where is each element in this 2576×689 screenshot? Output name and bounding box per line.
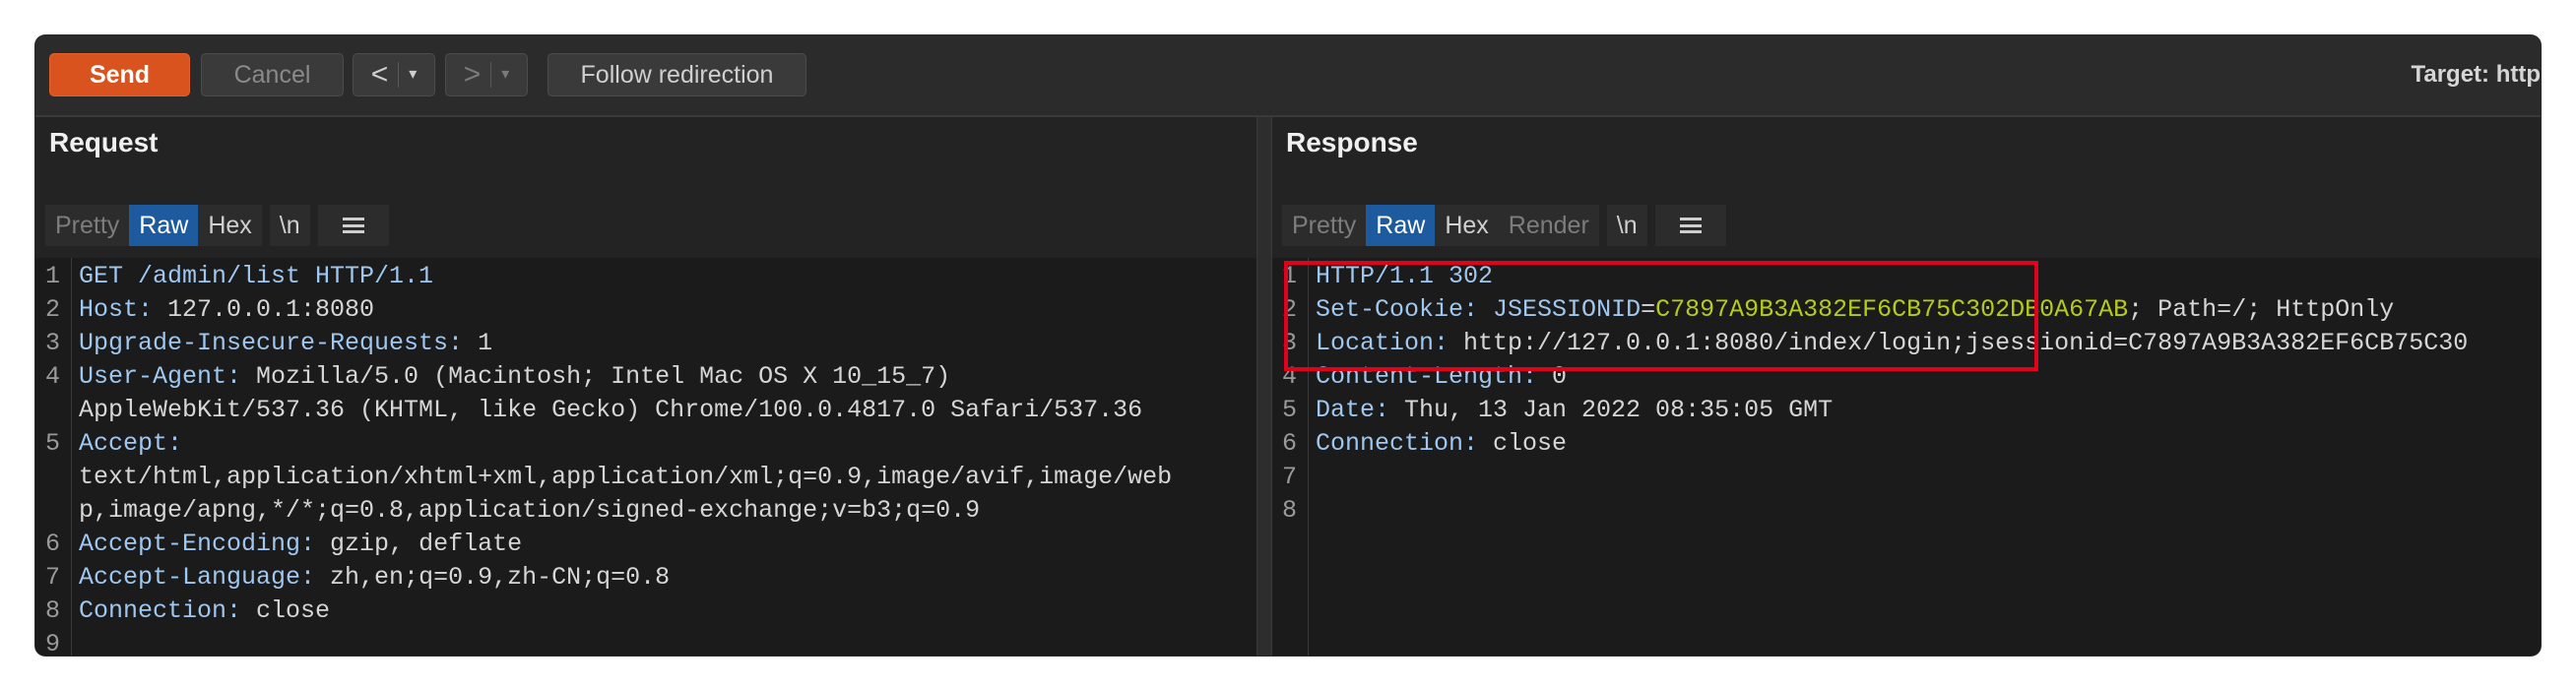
line-number: 6 xyxy=(1282,429,1298,458)
cookie-attributes: ; Path=/; HttpOnly xyxy=(2128,295,2395,324)
request-tab-newline[interactable]: \n xyxy=(269,205,310,246)
request-line: 6 Accept-Encoding: gzip, deflate xyxy=(35,528,1256,561)
follow-redirection-button[interactable]: Follow redirection xyxy=(547,53,806,96)
response-view-tabs: Pretty Raw Hex Render \n xyxy=(1282,205,1726,246)
header-value: 1 xyxy=(463,329,493,357)
response-tab-render[interactable]: Render xyxy=(1498,205,1599,246)
cancel-button[interactable]: Cancel xyxy=(201,53,344,96)
request-line-continuation: AppleWebKit/537.36 (KHTML, like Gecko) C… xyxy=(35,394,1256,427)
button-separator xyxy=(490,62,492,88)
toolbar: Send Cancel < ▾ > ▾ Follow redirection T… xyxy=(35,35,2541,117)
request-title: Request xyxy=(49,127,159,157)
request-line: 1 GET /admin/list HTTP/1.1 xyxy=(35,260,1256,293)
response-tab-newline[interactable]: \n xyxy=(1606,205,1647,246)
response-menu-button[interactable] xyxy=(1654,205,1726,246)
line-number: 6 xyxy=(45,530,61,558)
request-line-continuation: p,image/apng,*/*;q=0.8,application/signe… xyxy=(35,494,1256,528)
request-lines: 1 GET /admin/list HTTP/1.1 2 Host: 127.0.0… xyxy=(35,260,1256,656)
request-line: 9 xyxy=(35,628,1256,656)
header-value: zh,en;q=0.9,zh-CN;q=0.8 xyxy=(315,563,671,592)
request-view-tabs: Pretty Raw Hex \n xyxy=(45,205,389,246)
header-name: Upgrade-Insecure-Requests: xyxy=(79,329,464,357)
response-line: 5 Date: Thu, 13 Jan 2022 08:35:05 GMT xyxy=(1272,394,2541,427)
hamburger-icon xyxy=(342,218,364,233)
line-number xyxy=(35,394,71,427)
line-number: 4 xyxy=(45,362,61,391)
back-history-dropdown-icon[interactable]: ▾ xyxy=(409,54,417,95)
request-line: 8 Connection: close xyxy=(35,595,1256,628)
hamburger-icon xyxy=(1679,218,1702,233)
header-name: Accept: xyxy=(79,429,183,458)
line-number: 2 xyxy=(45,295,61,324)
line-number: 1 xyxy=(45,262,61,290)
request-tab-hex[interactable]: Hex xyxy=(198,205,262,246)
response-tab-pretty[interactable]: Pretty xyxy=(1282,205,1367,246)
line-number: 3 xyxy=(45,329,61,357)
header-name: Connection: xyxy=(79,596,242,625)
header-value: p,image/apng,*/*;q=0.8,application/signe… xyxy=(79,496,981,525)
header-name: Accept-Language: xyxy=(79,563,316,592)
line-number: 5 xyxy=(1282,396,1298,424)
line-number: 7 xyxy=(45,563,61,592)
request-line: 4 User-Agent: Mozilla/5.0 (Macintosh; Int… xyxy=(35,360,1256,394)
pane-splitter[interactable] xyxy=(1256,117,1272,656)
line-number: 9 xyxy=(45,630,61,656)
request-tab-raw[interactable]: Raw xyxy=(129,205,199,246)
request-line-text: GET /admin/list HTTP/1.1 xyxy=(79,262,434,290)
header-value: AppleWebKit/537.36 (KHTML, like Gecko) C… xyxy=(79,396,1143,424)
response-tab-raw[interactable]: Raw xyxy=(1366,205,1436,246)
request-line: 3 Upgrade-Insecure-Requests: 1 xyxy=(35,327,1256,360)
target-label[interactable]: Target: http xyxy=(2411,61,2541,89)
request-line: 2 Host: 127.0.0.1:8080 xyxy=(35,293,1256,327)
line-number: 8 xyxy=(1282,496,1298,525)
request-line: 5 Accept: xyxy=(35,427,1256,461)
response-tab-hex[interactable]: Hex xyxy=(1435,205,1499,246)
header-name: Connection: xyxy=(1316,429,1479,458)
forward-arrow-icon: > xyxy=(463,58,482,91)
header-value: text/html,application/xhtml+xml,applicat… xyxy=(79,463,1173,491)
response-title: Response xyxy=(1286,127,1418,157)
header-name: Accept-Encoding: xyxy=(79,530,316,558)
response-line: 7 xyxy=(1272,461,2541,494)
response-line: 6 Connection: close xyxy=(1272,427,2541,461)
response-line: 8 xyxy=(1272,494,2541,528)
header-value: Mozilla/5.0 (Macintosh; Intel Mac OS X 1… xyxy=(241,362,951,391)
line-number: 7 xyxy=(1282,463,1298,491)
request-editor[interactable]: 1 GET /admin/list HTTP/1.1 2 Host: 127.0.0… xyxy=(35,258,1256,656)
header-name: Host: xyxy=(79,295,154,324)
line-number xyxy=(35,461,71,494)
line-number xyxy=(35,494,71,528)
line-number: 8 xyxy=(45,596,61,625)
header-value: Thu, 13 Jan 2022 08:35:05 GMT xyxy=(1389,396,1834,424)
highlight-box xyxy=(1284,261,2038,371)
request-tab-pretty[interactable]: Pretty xyxy=(45,205,130,246)
header-value: close xyxy=(241,596,331,625)
request-menu-button[interactable] xyxy=(317,205,389,246)
forward-history-dropdown-icon[interactable]: ▾ xyxy=(501,54,509,95)
button-separator xyxy=(398,62,400,88)
header-value: gzip, deflate xyxy=(315,530,523,558)
forward-button[interactable]: > ▾ xyxy=(445,53,528,96)
header-value: 127.0.0.1:8080 xyxy=(153,295,375,324)
request-line-continuation: text/html,application/xhtml+xml,applicat… xyxy=(35,461,1256,494)
back-button[interactable]: < ▾ xyxy=(353,53,435,96)
line-number: 5 xyxy=(45,429,61,458)
header-name: User-Agent: xyxy=(79,362,242,391)
header-name: Date: xyxy=(1316,396,1390,424)
request-line: 7 Accept-Language: zh,en;q=0.9,zh-CN;q=0.… xyxy=(35,561,1256,595)
back-arrow-icon: < xyxy=(370,58,389,91)
header-value: close xyxy=(1478,429,1568,458)
send-button[interactable]: Send xyxy=(49,53,190,96)
